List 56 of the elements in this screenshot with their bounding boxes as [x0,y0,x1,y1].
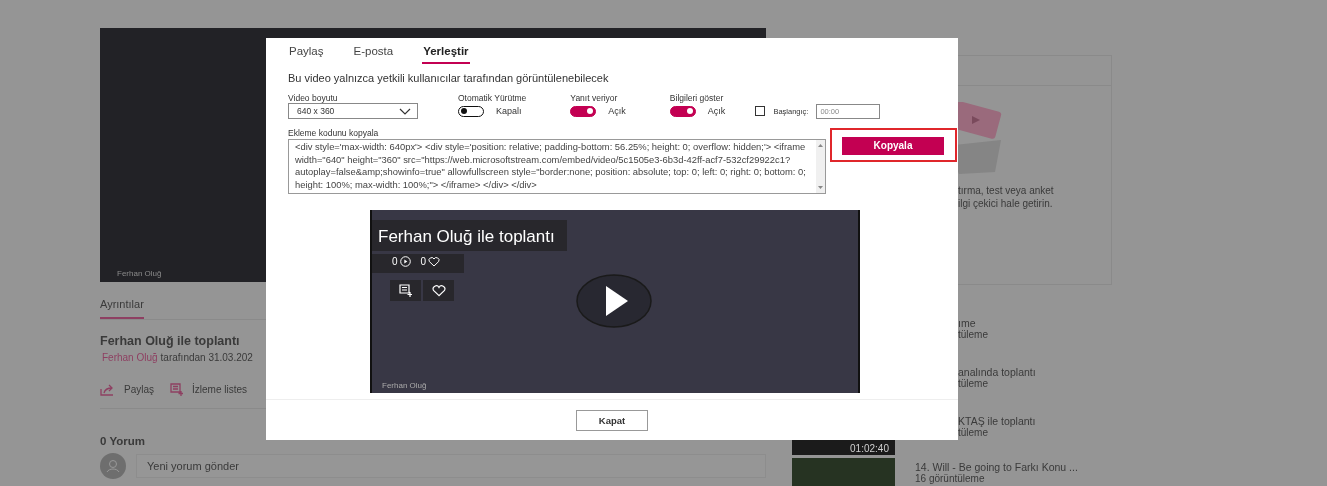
video-caption: Ferhan Oluğ [117,269,162,278]
heart-icon [428,256,441,267]
toggle-label: Bilgileri göster [669,93,725,103]
video-preview[interactable]: Ferhan Oluğ ile toplantı 0 0 Ferhan Oluğ [370,210,860,393]
promo-text: tırma, test veya anket [958,184,1054,197]
chevron-icon [399,107,411,115]
play-count-icon [399,256,411,267]
action-link[interactable]: Paylaş [124,384,154,395]
dialog-tab[interactable]: Paylaş [288,43,325,64]
video-caption: Ferhan Oluğ [382,381,427,390]
scroll-down-icon[interactable] [817,185,824,190]
comment-field[interactable]: Yeni yorum gönder [136,454,766,478]
embed-code-label: Ekleme kodunu kopyala [288,128,380,138]
list-add-icon [398,283,413,298]
toggle-state: Açık [707,106,726,116]
comments-count: 0 Yorum [100,435,146,447]
toggle-switch[interactable] [570,105,597,117]
avatar-icon [100,453,126,479]
details-tab[interactable]: Ayrıntılar [100,294,144,319]
embed-code-field[interactable]: <div style='max-width: 640px'> <div style='position: relative; padding-bottom: 56.25%; height: 0; overflow: hidden;'> <iframe width="640" height="360" src="https://web.microsoftstream.com/embed/video/5c1505e3-6b3d-42ff-acf7-532cf29922c1?autoplay=false&amp;showinfo=true" allowfullscreen style="border:none; position: absolute; top: 0; left: 0; right: 0; bottom: 0; height: 100%; max-width: 100%;"> </iframe> </div> </div> [288,139,826,194]
scroll-up-icon[interactable] [817,143,824,148]
related-video-title[interactable]: KTAŞ ile toplantı [958,415,1036,427]
field-label: Video boyutu [288,93,339,103]
dialog-tab[interactable]: Yerleştir [422,43,470,64]
close-button[interactable]: Kapat [576,409,648,431]
byline-text: tarafından 31.03.202 [160,352,253,363]
toggle-label: Yanıt veriyor [570,93,619,103]
related-video-title[interactable]: 14. Will - Be going to Farkı Konu ... [915,461,1078,473]
play-button[interactable] [576,274,652,328]
toggle-state: Kapalı [496,106,522,116]
scrollbar[interactable] [816,140,825,193]
view-count: tüleme [958,378,989,390]
view-count: 16 görüntüleme [915,473,986,485]
toggle-label: Otomatik Yürütme [458,93,527,103]
video-title: Ferhan Oluğ ile toplantı [100,334,241,348]
dialog-tab[interactable]: E-posta [352,43,395,64]
preview-title: Ferhan Oluğ ile toplantı [372,220,567,251]
size-dropdown[interactable]: 640 x 360 [288,103,418,119]
action-link[interactable]: İzleme listes [192,384,248,395]
toggle-state: Açık [608,106,626,116]
copy-button[interactable]: Kopyala [842,136,944,155]
view-count: tüleme [958,329,988,341]
toggle-switch[interactable] [669,105,696,117]
promo-text: ilgi çekici hale getirin. [958,197,1054,210]
view-count: tüleme [958,427,989,439]
like-count: 0 [420,256,427,267]
like-button[interactable] [423,280,454,301]
related-video-title[interactable]: analında toplantı [958,366,1036,378]
toggle-switch[interactable] [458,105,484,117]
duration-label: 01:02:40 [850,443,889,454]
view-count: 0 [392,256,398,267]
watchlist-button[interactable] [390,280,421,301]
heart-icon [431,284,446,297]
start-checkbox[interactable] [755,106,766,116]
related-video-title[interactable]: ıme [958,317,988,329]
notice-text: Bu video yalnızca yetkili kullanıcılar tarafından görüntülenebilecek [288,72,610,84]
